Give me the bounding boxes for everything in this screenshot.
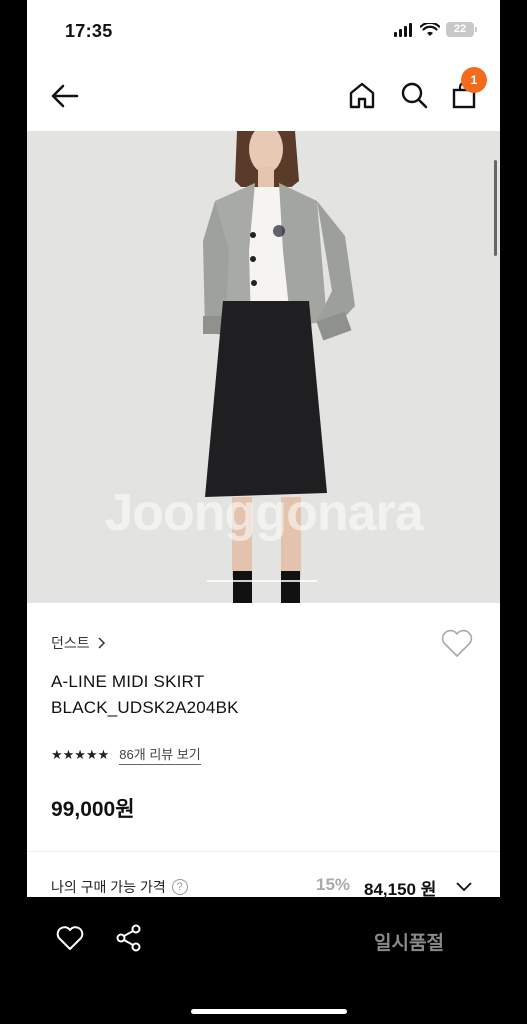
status-bar: 17:35 22 [27,0,500,62]
product-image[interactable]: Joonggonara [27,131,500,603]
battery-icon: 22 [446,22,477,37]
member-price-label-text: 나의 구매 가능 가격 [51,879,166,895]
app-screen: 17:35 22 1 Joonggonara 던스트 A-LINE MIDI S… [27,0,500,897]
rating-stars: ★★★★★ [51,746,110,762]
search-icon[interactable] [399,80,429,110]
chevron-right-icon [98,637,105,649]
brand-name: 던스트 [51,635,90,651]
help-icon[interactable]: ? [171,879,188,895]
battery-level: 22 [453,23,467,35]
home-icon[interactable] [347,80,377,110]
back-arrow-icon[interactable] [49,80,81,112]
rating-row: ★★★★★ 86개 리뷰 보기 [51,744,201,765]
status-icons: 22 [394,22,477,37]
signal-icon [394,22,412,37]
home-indicator[interactable] [191,1009,347,1014]
status-time: 17:35 [65,21,113,41]
review-link[interactable]: 86개 리뷰 보기 [119,744,201,765]
top-navigation: 1 [27,62,500,130]
share-icon[interactable] [115,923,143,953]
brand-link[interactable]: 던스트 [51,633,106,653]
discount-rate: 15% [316,875,351,894]
member-price-value: 84,150 원 [364,880,437,897]
cart-count-badge: 1 [461,67,487,93]
soldout-button[interactable]: 일시품절 [374,928,444,955]
product-name: A-LINE MIDI SKIRT BLACK_UDSK2A204BK [51,669,239,721]
bottom-action-bar: 일시품절 [0,897,527,1024]
wishlist-heart-icon[interactable] [440,627,474,661]
wifi-icon [420,22,440,36]
product-name-line1: A-LINE MIDI SKIRT [51,672,205,691]
scrollbar[interactable] [494,160,497,256]
heart-icon[interactable] [55,923,85,953]
member-price-label: 나의 구매 가능 가격 ? [51,877,188,897]
divider [27,851,500,852]
watermark: Joonggonara [104,484,423,542]
product-name-line2: BLACK_UDSK2A204BK [51,698,239,717]
product-price: 99,000원 [51,798,135,821]
image-pager-indicator [207,580,317,582]
chevron-down-icon[interactable] [454,877,474,897]
member-price-row[interactable]: 나의 구매 가능 가격 ? 15% 84,150 원 [27,873,500,897]
